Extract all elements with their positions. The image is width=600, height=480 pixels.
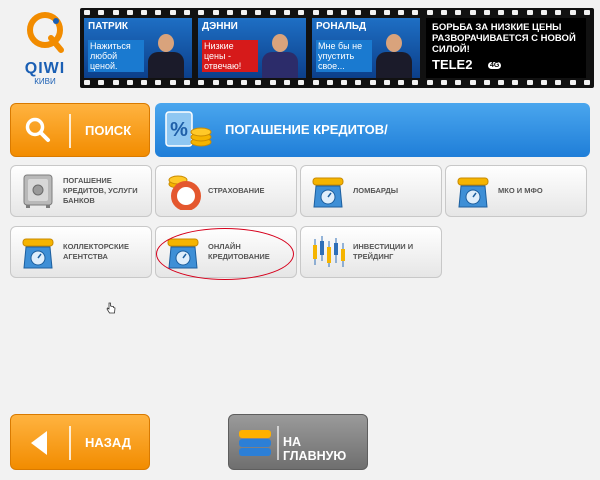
arrow-left-icon — [31, 431, 47, 455]
home-button[interactable]: НА ГЛАВНУЮ — [228, 414, 368, 470]
tile-online-lending[interactable]: ОНЛАЙН КРЕДИТОВАНИЕ — [155, 226, 297, 278]
qiwi-logo-icon — [27, 12, 64, 53]
button-divider — [69, 114, 71, 148]
lifebuoy-coins-icon — [168, 175, 201, 210]
hand-cursor-icon — [106, 302, 116, 314]
category-title-bar: % ПОГАШЕНИЕ КРЕДИТОВ/ — [155, 103, 590, 157]
tile-label: ПОГАШЕНИЕ КРЕДИТОВ, УСЛУГИ БАНКОВ — [63, 176, 138, 205]
tile-investment-trading[interactable]: ИНВЕСТИЦИИ И ТРЕЙДИНГ — [300, 226, 442, 278]
banner-frame-text: Низкие цены - отвечаю! — [202, 40, 258, 72]
scales-icon — [22, 238, 54, 269]
tile-label: КОЛЛЕКТОРСКИЕ АГЕНТСТВА — [63, 242, 129, 261]
banner-frame-1: ПАТРИК Нажиться любой ценой. — [84, 18, 192, 78]
scales-icon — [312, 177, 344, 208]
scales-icon — [167, 238, 199, 269]
banner-frame-name: ДЭННИ — [202, 21, 238, 32]
search-icon — [25, 117, 50, 142]
tile-insurance[interactable]: СТРАХОВАНИЕ — [155, 165, 297, 217]
tile-label: СТРАХОВАНИЕ — [208, 186, 265, 195]
banner-frame-name: ПАТРИК — [88, 21, 128, 32]
tile-label: ЛОМБАРДЫ — [353, 186, 399, 195]
button-divider — [69, 426, 71, 460]
banner-frame-3: РОНАЛЬД Мне бы не упустить свое... — [312, 18, 420, 78]
candlestick-chart-icon — [313, 236, 345, 267]
banner-frame-name: РОНАЛЬД — [316, 21, 367, 32]
page-title: ПОГАШЕНИЕ КРЕДИТОВ/ — [225, 122, 388, 137]
home-button-label: НА ГЛАВНУЮ — [283, 435, 347, 463]
banner-frame-2: ДЭННИ Низкие цены - отвечаю! — [198, 18, 306, 78]
logo-text: QIWI — [24, 60, 66, 77]
film-perforations — [84, 10, 590, 16]
banner-frame-text: Нажиться любой ценой. — [88, 40, 144, 72]
logo-subtext: КИВИ — [34, 77, 56, 86]
qiwi-logo: QIWI КИВИ — [14, 10, 76, 86]
percent-coins-icon: % — [165, 111, 212, 147]
person-figure-icon — [260, 32, 300, 78]
home-menu-icon — [239, 430, 271, 456]
search-button-label: ПОИСК — [85, 123, 132, 138]
banner-promo: БОРЬБА ЗА НИЗКИЕ ЦЕНЫ РАЗВОРАЧИВАЕТСЯ С … — [426, 18, 586, 78]
tile-label: ИНВЕСТИЦИИ И ТРЕЙДИНГ — [353, 242, 414, 261]
person-figure-icon — [146, 32, 186, 78]
film-perforations — [84, 80, 590, 86]
tile-mko-mfo[interactable]: МКО И МФО — [445, 165, 587, 217]
tile-pawnshops[interactable]: ЛОМБАРДЫ — [300, 165, 442, 217]
back-button-label: НАЗАД — [85, 435, 132, 450]
svg-text:%: % — [170, 119, 188, 141]
person-figure-icon — [374, 32, 414, 78]
promo-text: БОРЬБА ЗА НИЗКИЕ ЦЕНЫ РАЗВОРАЧИВАЕТСЯ С … — [432, 22, 576, 55]
promo-brand: TELE2 — [432, 57, 473, 72]
ad-banner[interactable]: ПАТРИК Нажиться любой ценой. ДЭННИ Низки… — [80, 8, 594, 88]
tile-label: МКО И МФО — [498, 186, 543, 195]
button-divider — [277, 426, 279, 460]
safe-icon — [23, 174, 53, 208]
scales-icon — [457, 177, 489, 208]
search-button[interactable]: ПОИСК — [10, 103, 150, 157]
back-button[interactable]: НАЗАД — [10, 414, 150, 470]
promo-badge: 4G — [488, 62, 502, 69]
banner-frame-text: Мне бы не упустить свое... — [316, 40, 372, 72]
tile-loan-repayment[interactable]: ПОГАШЕНИЕ КРЕДИТОВ, УСЛУГИ БАНКОВ — [10, 165, 152, 217]
tile-label: ОНЛАЙН КРЕДИТОВАНИЕ — [208, 242, 270, 261]
tile-collection-agencies[interactable]: КОЛЛЕКТОРСКИЕ АГЕНТСТВА — [10, 226, 152, 278]
